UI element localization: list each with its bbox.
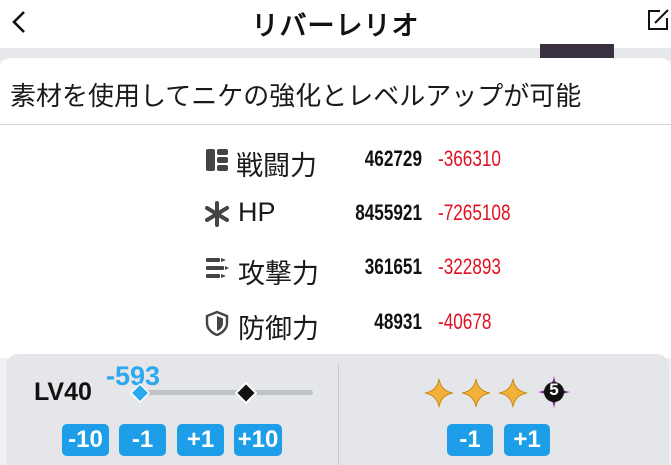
level-slider-track[interactable]: [140, 390, 313, 395]
star-plus-1-button[interactable]: +1: [504, 424, 550, 456]
divider: [0, 124, 671, 125]
hp-icon: [205, 201, 229, 227]
stat-name-attack: 攻撃力: [238, 259, 319, 290]
stat-diff-defense: -40678: [438, 309, 492, 334]
star-icon: [498, 378, 528, 408]
limit-break-badge: 5: [538, 376, 570, 408]
page-title: リバーレリオ: [251, 11, 420, 42]
attack-icon: [206, 258, 229, 278]
level-plus-1-button[interactable]: +1: [177, 424, 224, 456]
level-slider-current-marker[interactable]: [130, 383, 150, 403]
stat-diff-power: -366310: [438, 146, 501, 171]
defense-icon: [205, 310, 229, 336]
stat-name-hp: HP: [238, 197, 276, 227]
stat-value-defense: 48931: [374, 309, 422, 334]
level-minus-10-button[interactable]: -10: [62, 424, 109, 456]
level-plus-10-button[interactable]: +10: [234, 424, 282, 456]
stat-diff-attack: -322893: [438, 254, 501, 279]
stat-value-attack: 361651: [364, 254, 422, 279]
level-slider-handle[interactable]: [235, 382, 257, 404]
stat-diff-hp: -7265108: [438, 200, 511, 225]
stat-name-defense: 防御力: [238, 314, 319, 345]
top-bar: リバーレリオ: [0, 0, 671, 48]
stat-value-hp: 8455921: [355, 200, 422, 225]
star-icon: [461, 378, 491, 408]
limit-break-count: 5: [549, 380, 559, 399]
stat-value-power: 462729: [364, 146, 422, 171]
edit-icon[interactable]: [646, 8, 670, 32]
level-minus-1-button[interactable]: -1: [119, 424, 166, 456]
card-heading: 素材を使用してニケの強化とレベルアップが可能: [10, 82, 582, 112]
power-icon: [206, 149, 228, 171]
level-label: LV40: [34, 378, 92, 406]
panel-divider: [338, 364, 339, 465]
stat-name-power: 戦闘力: [236, 151, 317, 182]
star-minus-1-button[interactable]: -1: [447, 424, 493, 456]
star-icon: [424, 378, 454, 408]
